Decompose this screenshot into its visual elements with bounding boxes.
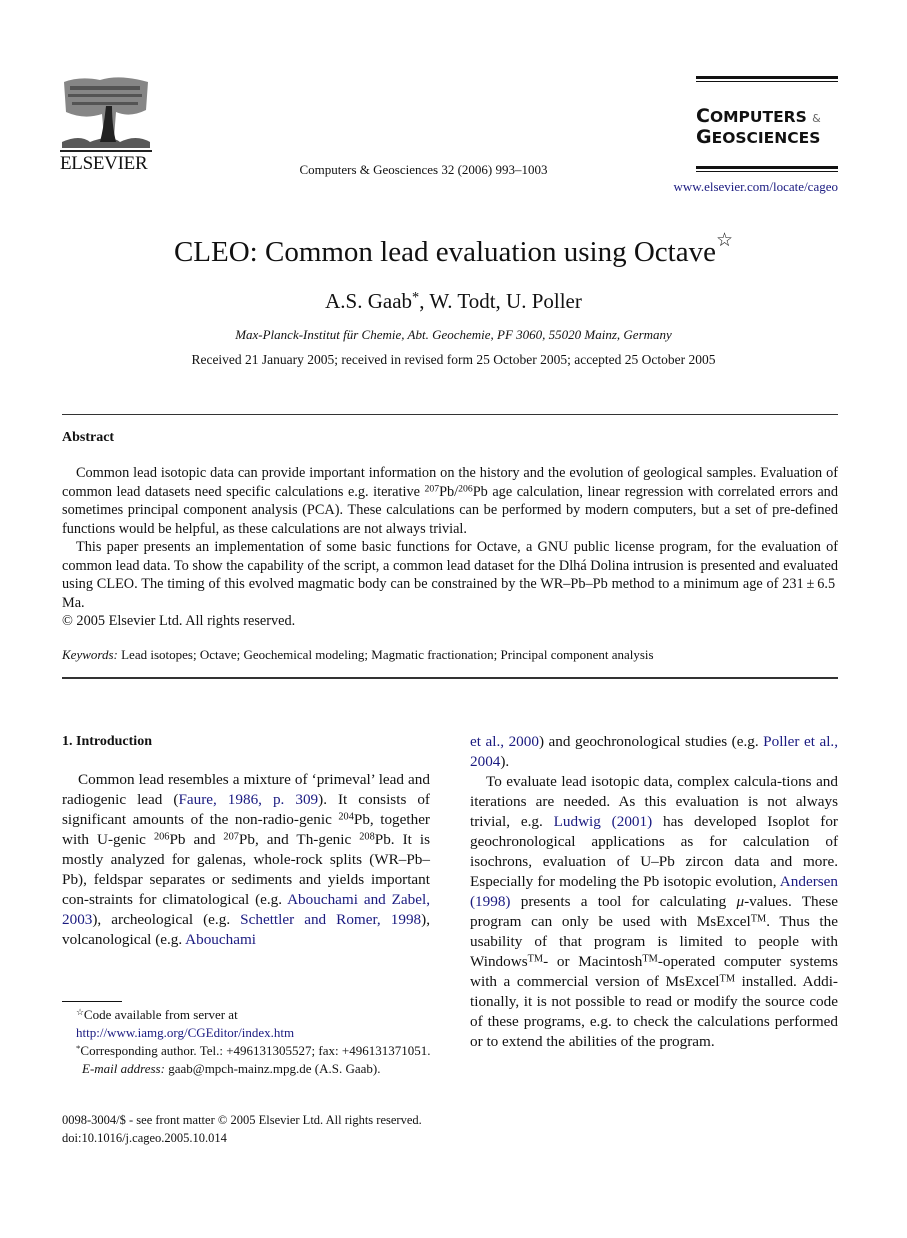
journal-masthead: COMPUTERS & GEOSCIENCES [696, 76, 838, 172]
footnote-code: ☆Code available from server at http://ww… [76, 1007, 295, 1040]
journal-title: COMPUTERS & GEOSCIENCES [696, 105, 821, 148]
elsevier-tree-icon [60, 77, 152, 152]
elsevier-logo: ELSEVIER [60, 76, 152, 174]
citation-link[interactable]: Schettler and Romer, 1998 [240, 911, 421, 928]
body-column-right: et al., 2000) and geochronological studi… [470, 732, 838, 1052]
code-url-link[interactable]: http://www.iamg.org/CGEditor/index.htm [76, 1025, 294, 1040]
affiliation: Max-Planck-Institut für Chemie, Abt. Geo… [235, 327, 672, 342]
author: A.S. Gaab [325, 289, 413, 313]
footnotes: ☆Code available from server at http://ww… [62, 1006, 432, 1078]
title-footnote-mark[interactable]: ☆ [716, 230, 733, 251]
body-paragraph: et al., 2000) and geochronological studi… [470, 733, 839, 770]
abstract-heading: Abstract [62, 430, 115, 445]
author: W. Todt [429, 289, 496, 313]
citation-link[interactable]: Abouchami [185, 931, 256, 948]
masthead-rule [696, 166, 838, 169]
citation-link[interactable]: Faure, 1986, p. 309 [178, 791, 318, 808]
masthead-rule [696, 171, 838, 172]
divider [62, 677, 838, 679]
body-paragraph: Common lead resembles a mixture of ‘prim… [62, 771, 431, 948]
abstract-paragraph: This paper presents an implementation of… [62, 539, 838, 611]
footnote-divider [62, 1001, 122, 1002]
author: U. Poller [506, 289, 582, 313]
issn-line: 0098-3004/$ - see front matter © 2005 El… [62, 1113, 422, 1127]
footnote-email: E-mail address: gaab@mpch-mainz.mpg.de (… [82, 1061, 381, 1076]
abstract-copyright: © 2005 Elsevier Ltd. All rights reserved… [62, 613, 296, 629]
page-footer: 0098-3004/$ - see front matter © 2005 El… [62, 1111, 482, 1147]
keywords-list: Lead isotopes; Octave; Geochemical model… [117, 647, 654, 662]
masthead-rule [696, 76, 838, 79]
masthead-rule [696, 81, 838, 82]
received-dates: Received 21 January 2005; received in re… [191, 352, 716, 367]
divider [62, 414, 838, 415]
body-column-left: 1. Introduction Common lead resembles a … [62, 732, 430, 950]
journal-url-link[interactable]: www.elsevier.com/locate/cageo [662, 179, 838, 195]
abstract-body: Common lead isotopic data can provide im… [62, 464, 838, 631]
doi: doi:10.1016/j.cageo.2005.10.014 [62, 1131, 227, 1145]
citation-link[interactable]: Ludwig (2001) [554, 813, 653, 830]
footnote-corresponding: *Corresponding author. Tel.: +4961313055… [76, 1043, 431, 1058]
body-paragraph: To evaluate lead isotopic data, complex … [470, 773, 839, 1050]
keywords: Keywords: Lead isotopes; Octave; Geochem… [62, 647, 838, 663]
author-list: A.S. Gaab*, W. Todt, U. Poller [325, 289, 582, 313]
keywords-label: Keywords: [62, 647, 118, 662]
abstract-paragraph: Common lead isotopic data can provide im… [62, 465, 838, 537]
article-title: CLEO: Common lead evaluation using Octav… [173, 229, 734, 268]
section-heading-introduction: 1. Introduction [62, 734, 152, 749]
citation-link[interactable]: et al., 2000 [470, 733, 539, 750]
